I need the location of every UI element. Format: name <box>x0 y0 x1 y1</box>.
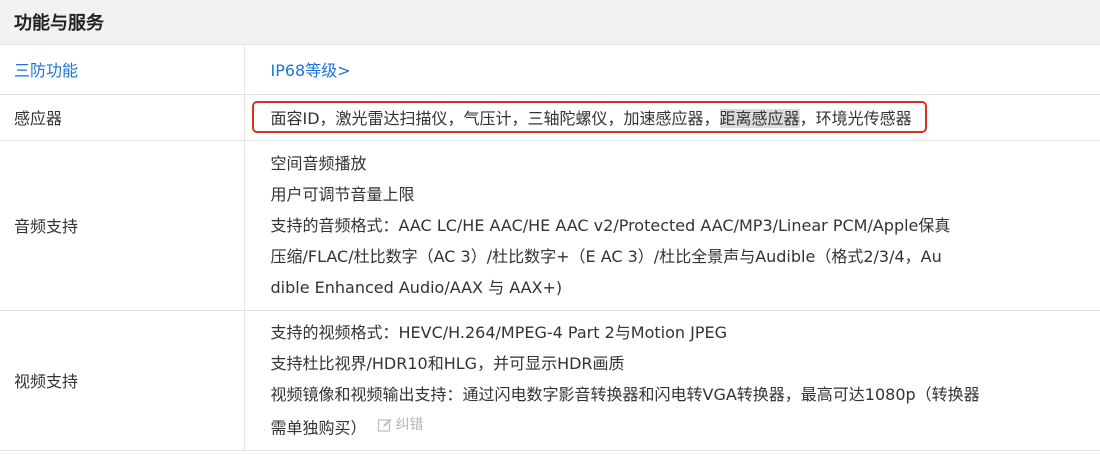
video-line: 支持杜比视界/HDR10和HLG，并可显示HDR画质 <box>270 353 625 373</box>
row-value-video: 支持的视频格式：HEVC/H.264/MPEG-4 Part 2与Motion … <box>244 310 1100 451</box>
pencil-edit-icon <box>377 418 392 432</box>
audio-line: 空间音频播放 <box>270 153 367 173</box>
ip68-link[interactable]: IP68等级> <box>271 61 351 80</box>
row-label-sensors: 感应器 <box>0 94 245 141</box>
edit-correction-button[interactable]: 纠错 <box>377 410 424 441</box>
table-row-video: 视频支持 支持的视频格式：HEVC/H.264/MPEG-4 Part 2与Mo… <box>0 310 1100 451</box>
table-row-sensors: 感应器 面容ID，激光雷达扫描仪，气压计，三轴陀螺仪，加速感应器，距离感应器，环… <box>0 94 1100 141</box>
table-row-audio: 音频支持 空间音频播放 用户可调节音量上限 支持的音频格式：AAC LC/HE … <box>0 140 1100 311</box>
edit-label: 纠错 <box>395 416 424 433</box>
spec-table: 三防功能 IP68等级> 感应器 面容ID，激光雷达扫描仪，气压计，三轴陀螺仪，… <box>0 45 1100 451</box>
video-line-last: 需单独购买） 纠错 <box>271 410 1083 444</box>
sensors-highlight-box: 面容ID，激光雷达扫描仪，气压计，三轴陀螺仪，加速感应器，距离感应器，环境光传感… <box>251 101 927 133</box>
audio-line: dible Enhanced Audio/AAX 与 AAX+) <box>270 277 563 297</box>
row-value-audio: 空间音频播放 用户可调节音量上限 支持的音频格式：AAC LC/HE AAC/H… <box>244 140 1100 311</box>
video-line: 支持的视频格式：HEVC/H.264/MPEG-4 Part 2与Motion … <box>270 322 727 342</box>
row-value-waterproof: IP68等级> <box>244 45 1100 95</box>
audio-line: 用户可调节音量上限 <box>270 184 415 204</box>
audio-line: 支持的音频格式：AAC LC/HE AAC/HE AAC v2/Protecte… <box>270 215 951 235</box>
features-services-panel: 功能与服务 三防功能 IP68等级> 感应器 面容ID，激光雷达扫描仪，气压计，… <box>0 0 1100 454</box>
sensors-text-part1: 面容ID，激光雷达扫描仪，气压计，三轴陀螺仪，加速感应器， <box>270 109 720 128</box>
section-title: 功能与服务 <box>0 0 1100 45</box>
sensors-text-part3: ，环境光传感器 <box>799 109 912 128</box>
sensors-text-selected[interactable]: 距离感应器 <box>719 109 800 128</box>
row-label-video: 视频支持 <box>0 310 245 451</box>
row-label-audio: 音频支持 <box>0 140 245 311</box>
table-row-waterproof: 三防功能 IP68等级> <box>0 45 1100 95</box>
row-value-sensors: 面容ID，激光雷达扫描仪，气压计，三轴陀螺仪，加速感应器，距离感应器，环境光传感… <box>244 94 1100 141</box>
video-line-text: 需单独购买） <box>270 418 367 438</box>
audio-line: 压缩/FLAC/杜比数字（AC 3）/杜比数字+（E AC 3）/杜比全景声与A… <box>270 246 942 266</box>
row-label-waterproof[interactable]: 三防功能 <box>0 45 245 95</box>
video-line: 视频镜像和视频输出支持：通过闪电数字影音转换器和闪电转VGA转换器，最高可达10… <box>270 384 980 404</box>
